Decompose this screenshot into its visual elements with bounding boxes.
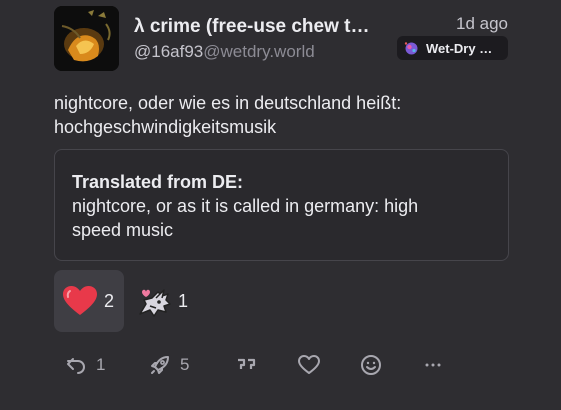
ellipsis-icon [425, 363, 441, 367]
smiley-icon [361, 355, 381, 375]
reaction-count: 1 [178, 290, 189, 311]
instance-badge[interactable]: Wet-Dry … [397, 36, 508, 60]
avatar[interactable] [54, 6, 119, 71]
instance-name: Wet-Dry … [426, 40, 493, 56]
reaction-heart[interactable]: 2 [54, 270, 124, 332]
post: λ crime (free-use chew t… @16af93@wetdry… [0, 0, 561, 410]
quote-icon [238, 358, 256, 369]
translation-text: nightcore, or as it is called in germany… [72, 194, 491, 242]
boost-button[interactable]: 5 [148, 345, 189, 385]
display-name[interactable]: λ crime (free-use chew t… [134, 16, 384, 38]
instance-icon [404, 41, 418, 54]
more-button[interactable] [421, 345, 445, 385]
rocket-icon [151, 356, 169, 374]
content-line: hochgeschwindigkeitsmusik [54, 117, 277, 137]
translation-heading: Translated from DE: [72, 172, 244, 192]
post-content: nightcore, oder wie es in deutschland he… [54, 91, 514, 139]
boost-count: 5 [180, 355, 190, 374]
quote-button[interactable] [234, 345, 258, 385]
reply-icon [67, 358, 85, 374]
action-bar: 1 5 [0, 345, 561, 385]
heart-emoji [63, 286, 97, 315]
avatar-image [54, 6, 119, 71]
favourite-button[interactable] [297, 345, 321, 385]
handle-user: @16af93 [134, 42, 204, 61]
account-handle[interactable]: @16af93@wetdry.world [134, 42, 315, 62]
dragon-heart-emoji [139, 289, 171, 317]
translation-box: Translated from DE: nightcore, or as it … [54, 149, 509, 261]
reaction-dragon-heart[interactable]: 1 [136, 270, 196, 332]
add-reaction-button[interactable] [359, 345, 383, 385]
translation-line: speed music [72, 220, 174, 240]
translation-line: nightcore, or as it is called in germany… [72, 196, 419, 216]
reply-button[interactable]: 1 [64, 345, 105, 385]
content-line: nightcore, oder wie es in deutschland he… [54, 93, 402, 113]
reply-count: 1 [96, 355, 106, 374]
reaction-count: 2 [104, 290, 115, 311]
post-timestamp[interactable]: 1d ago [456, 14, 508, 34]
handle-domain: @wetdry.world [203, 42, 315, 61]
heart-outline-icon [298, 355, 320, 374]
